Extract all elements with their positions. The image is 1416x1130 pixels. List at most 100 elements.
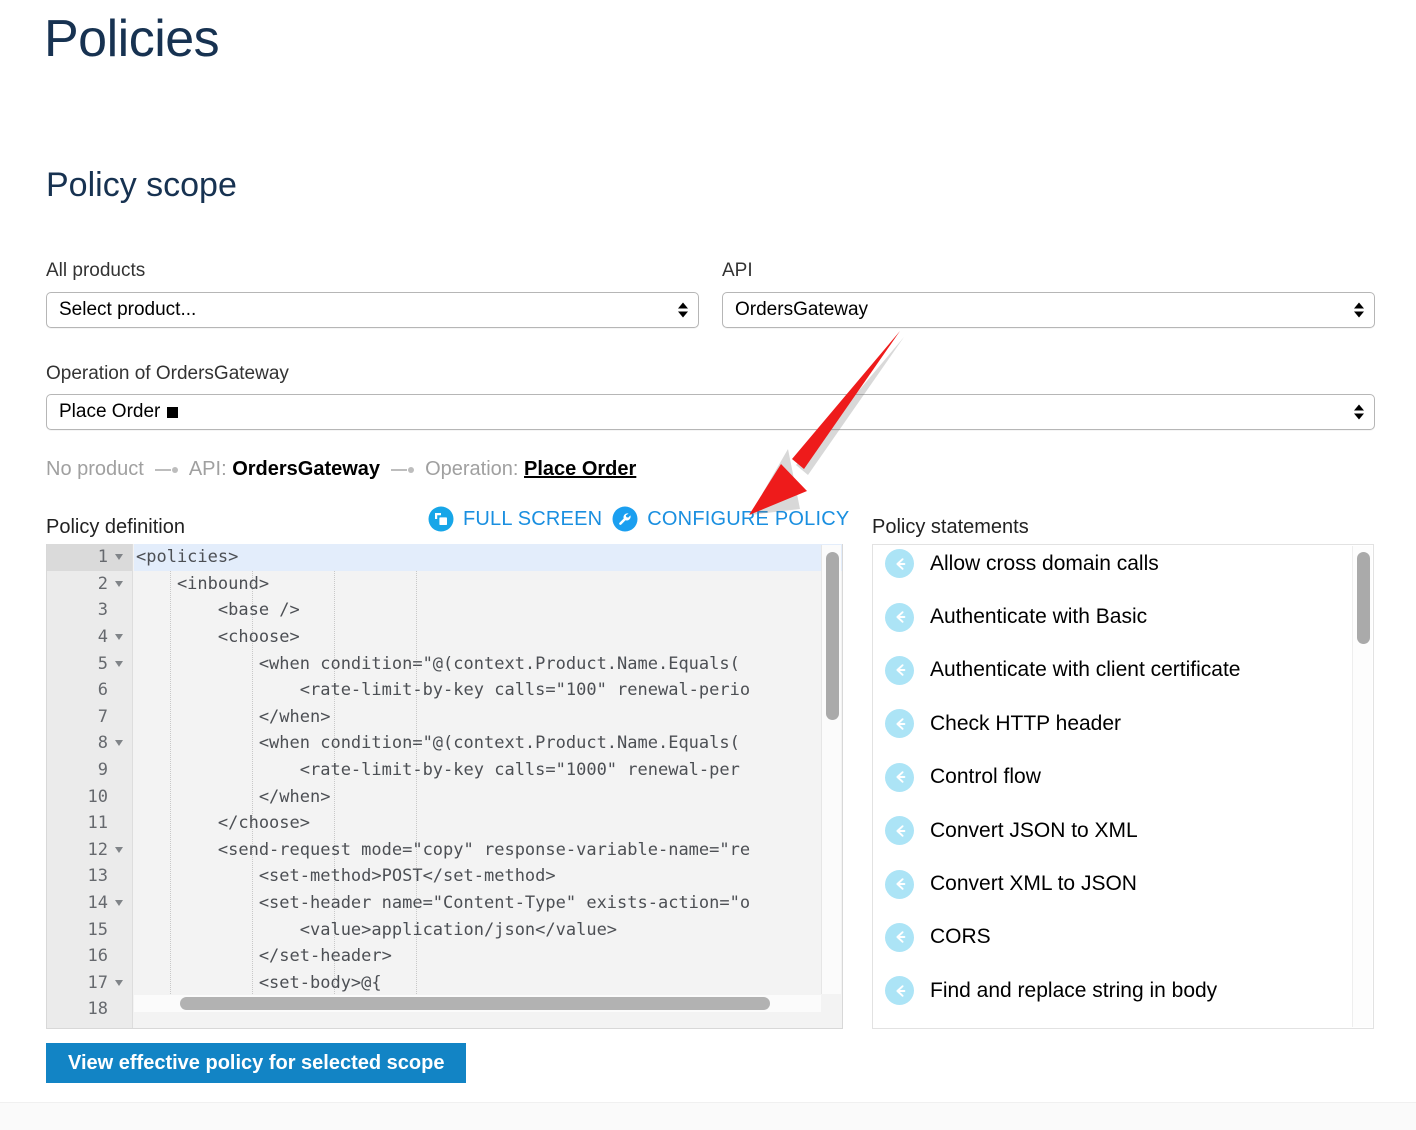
line-number: 13 bbox=[87, 866, 108, 887]
fold-triangle-icon[interactable] bbox=[112, 900, 126, 907]
policy-statement-item[interactable]: CORS bbox=[873, 911, 1373, 964]
policy-statement-item[interactable]: Authenticate with client certificate bbox=[873, 644, 1373, 697]
policy-statement-item[interactable]: Convert XML to JSON bbox=[873, 857, 1373, 910]
editor-code-line[interactable] bbox=[134, 1023, 842, 1028]
editor-horizontal-scroll-thumb[interactable] bbox=[180, 997, 770, 1010]
operation-select[interactable]: Place Order bbox=[46, 394, 1375, 430]
editor-gutter-line[interactable]: 1 bbox=[47, 544, 132, 571]
insert-arrow-left-icon[interactable] bbox=[885, 549, 914, 579]
line-number: 10 bbox=[87, 786, 108, 807]
editor-code-line[interactable]: </set-header> bbox=[134, 943, 842, 970]
editor-gutter-line[interactable]: 18 bbox=[47, 996, 132, 1023]
breadcrumb-api-prefix: API: bbox=[188, 458, 227, 480]
editor-code-line[interactable]: <policies> bbox=[134, 544, 842, 571]
policy-definition-editor[interactable]: 12345678910111213141516171819 <policies>… bbox=[46, 544, 843, 1029]
insert-arrow-left-icon[interactable] bbox=[885, 816, 914, 846]
insert-arrow-left-icon[interactable] bbox=[885, 762, 914, 792]
editor-code-line[interactable]: <base /> bbox=[134, 597, 842, 624]
policy-statement-label: Control flow bbox=[930, 765, 1041, 789]
editor-gutter-line[interactable]: 3 bbox=[47, 597, 132, 624]
insert-arrow-left-icon[interactable] bbox=[885, 602, 914, 632]
api-select[interactable]: OrdersGateway bbox=[722, 292, 1375, 328]
editor-gutter-line[interactable]: 19 bbox=[47, 1023, 132, 1028]
line-number: 19 bbox=[82, 1026, 108, 1028]
editor-code-line[interactable]: <inbound> bbox=[134, 571, 842, 598]
policy-statement-item[interactable]: Control flow bbox=[873, 751, 1373, 804]
full-screen-button[interactable]: FULL SCREEN bbox=[428, 506, 602, 532]
fold-triangle-icon[interactable] bbox=[112, 740, 126, 747]
editor-gutter-line[interactable]: 4 bbox=[47, 624, 132, 651]
editor-gutter-line[interactable]: 15 bbox=[47, 916, 132, 943]
line-number: 16 bbox=[87, 946, 108, 967]
insert-arrow-left-icon[interactable] bbox=[885, 655, 914, 685]
editor-actions: FULL SCREEN CONFIGURE POLICY bbox=[428, 506, 849, 532]
policy-statement-label: Authenticate with Basic bbox=[930, 605, 1148, 629]
editor-gutter-line[interactable]: 9 bbox=[47, 757, 132, 784]
configure-policy-button[interactable]: CONFIGURE POLICY bbox=[612, 506, 849, 532]
insert-arrow-left-icon[interactable] bbox=[885, 709, 914, 739]
editor-horizontal-scrollbar[interactable] bbox=[134, 995, 821, 1012]
editor-code-line[interactable]: </when> bbox=[134, 783, 842, 810]
api-select-value: OrdersGateway bbox=[735, 299, 869, 320]
policy-statement-label: Allow cross domain calls bbox=[930, 551, 1159, 575]
editor-code-line[interactable]: <when condition="@(context.Product.Name.… bbox=[134, 730, 842, 757]
breadcrumb-product[interactable]: No product bbox=[46, 458, 144, 481]
editor-code-line[interactable]: <set-body>@{ bbox=[134, 970, 842, 997]
api-label: API bbox=[722, 260, 753, 281]
editor-gutter-line[interactable]: 12 bbox=[47, 837, 132, 864]
view-effective-policy-button[interactable]: View effective policy for selected scope bbox=[46, 1043, 467, 1083]
editor-gutter-line[interactable]: 14 bbox=[47, 890, 132, 917]
product-select[interactable]: Select product... bbox=[46, 292, 699, 328]
editor-gutter-line[interactable]: 11 bbox=[47, 810, 132, 837]
editor-code-line[interactable]: <rate-limit-by-key calls="1000" renewal-… bbox=[134, 757, 842, 784]
editor-code-line[interactable]: <set-header name="Content-Type" exists-a… bbox=[134, 890, 842, 917]
line-number: 11 bbox=[87, 813, 108, 834]
policy-statement-item[interactable]: Convert JSON to XML bbox=[873, 804, 1373, 857]
fold-triangle-icon[interactable] bbox=[112, 634, 126, 641]
policy-statement-item[interactable]: Check HTTP header bbox=[873, 697, 1373, 750]
policy-statement-label: Check HTTP header bbox=[930, 711, 1122, 735]
editor-code-line[interactable]: <when condition="@(context.Product.Name.… bbox=[134, 650, 842, 677]
policy-statements-panel[interactable]: Allow cross domain calls Authenticate wit… bbox=[872, 544, 1374, 1029]
policy-statements-label: Policy statements bbox=[872, 516, 1029, 538]
insert-arrow-left-icon[interactable] bbox=[885, 869, 914, 899]
fold-triangle-icon[interactable] bbox=[112, 846, 126, 853]
editor-gutter-line[interactable]: 16 bbox=[47, 943, 132, 970]
editor-gutter-line[interactable]: 2 bbox=[47, 571, 132, 598]
fold-triangle-icon[interactable] bbox=[112, 580, 126, 587]
editor-code-line[interactable]: <choose> bbox=[134, 624, 842, 651]
editor-gutter-line[interactable]: 6 bbox=[47, 677, 132, 704]
breadcrumb-operation-name[interactable]: Place Order bbox=[524, 458, 636, 481]
insert-arrow-left-icon[interactable] bbox=[885, 976, 914, 1006]
editor-code-line[interactable]: <set-method>POST</set-method> bbox=[134, 863, 842, 890]
policy-statement-item[interactable]: Authenticate with Basic bbox=[873, 590, 1373, 643]
statements-scrollbar[interactable] bbox=[1352, 546, 1372, 1027]
editor-gutter-line[interactable]: 7 bbox=[47, 704, 132, 731]
editor-gutter-line[interactable]: 17 bbox=[47, 970, 132, 997]
line-number: 3 bbox=[97, 600, 108, 621]
breadcrumb-api-name[interactable]: OrdersGateway bbox=[232, 458, 380, 481]
editor-gutter-line[interactable]: 5 bbox=[47, 650, 132, 677]
policy-statement-item[interactable]: Find and replace string in body bbox=[873, 964, 1373, 1017]
editor-code-line[interactable]: <rate-limit-by-key calls="100" renewal-p… bbox=[134, 677, 842, 704]
fold-triangle-icon[interactable] bbox=[112, 660, 126, 667]
editor-gutter-line[interactable]: 10 bbox=[47, 783, 132, 810]
fold-triangle-icon[interactable] bbox=[112, 979, 126, 986]
editor-vertical-scrollbar[interactable] bbox=[821, 545, 841, 994]
fold-triangle-icon[interactable] bbox=[112, 554, 126, 561]
insert-arrow-left-icon[interactable] bbox=[885, 922, 914, 952]
editor-code-area[interactable]: <policies> <inbound> <base /> <choose> <… bbox=[134, 544, 842, 1028]
all-products-label: All products bbox=[46, 260, 146, 281]
editor-code-line[interactable]: <send-request mode="copy" response-varia… bbox=[134, 837, 842, 864]
statements-scroll-thumb[interactable] bbox=[1357, 552, 1370, 644]
editor-vertical-scroll-thumb[interactable] bbox=[826, 552, 839, 720]
editor-code-line[interactable]: </choose> bbox=[134, 810, 842, 837]
spinner-arrows-icon bbox=[1354, 404, 1364, 420]
editor-code-line[interactable]: </when> bbox=[134, 704, 842, 731]
editor-gutter-line[interactable]: 8 bbox=[47, 730, 132, 757]
policy-statement-item[interactable]: Allow cross domain calls bbox=[873, 545, 1373, 590]
policy-definition-label: Policy definition bbox=[46, 516, 185, 538]
editor-code-line[interactable]: <value>application/json</value> bbox=[134, 916, 842, 943]
full-screen-label: FULL SCREEN bbox=[463, 507, 603, 530]
editor-gutter-line[interactable]: 13 bbox=[47, 863, 132, 890]
